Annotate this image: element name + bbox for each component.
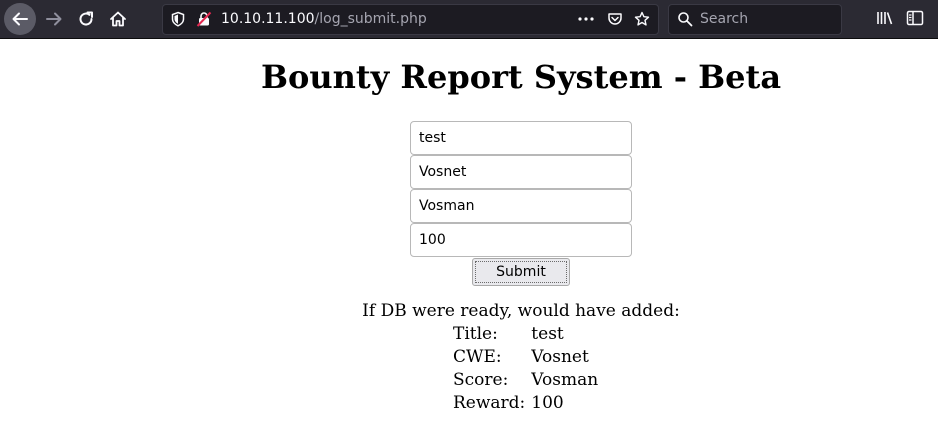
search-placeholder: Search	[700, 11, 749, 27]
url-bar[interactable]: 10.10.11.100/log_submit.php	[162, 4, 659, 35]
result-value: Vosnet	[531, 346, 589, 367]
result-label: Reward:	[453, 392, 526, 413]
forward-button[interactable]	[38, 3, 70, 35]
sidebar-icon[interactable]	[906, 10, 924, 26]
result-value: test	[531, 323, 564, 344]
home-icon	[110, 11, 126, 27]
result-table: Title: test CWE: Vosnet Score: Vosman Re…	[451, 322, 600, 414]
result-label: CWE:	[453, 346, 502, 367]
submit-label: Submit	[475, 261, 567, 283]
url-text[interactable]: 10.10.11.100/log_submit.php	[221, 11, 427, 27]
result-intro: If DB were ready, would have added:	[362, 301, 680, 321]
cwe-input[interactable]	[410, 155, 632, 189]
page-title: Bounty Report System - Beta	[260, 58, 782, 96]
url-host: 10.10.11.100	[221, 11, 315, 27]
result-value: 100	[531, 392, 564, 413]
search-bar[interactable]: Search	[668, 4, 842, 35]
result-value: Vosman	[531, 369, 599, 390]
reload-icon	[79, 11, 93, 26]
shield-icon[interactable]	[170, 11, 186, 27]
result-label: Score:	[453, 369, 509, 390]
back-arrow-icon	[12, 12, 28, 26]
reward-input[interactable]	[410, 223, 632, 257]
star-icon[interactable]	[634, 11, 650, 27]
home-button[interactable]	[102, 3, 134, 35]
more-icon[interactable]	[577, 11, 595, 27]
insecure-lock-icon[interactable]	[196, 11, 212, 27]
forward-arrow-icon	[46, 12, 62, 26]
browser-toolbar: 10.10.11.100/log_submit.php Search	[0, 0, 938, 39]
submit-button[interactable]: Submit	[472, 258, 570, 286]
back-button[interactable]	[4, 3, 36, 35]
pocket-icon[interactable]	[607, 11, 623, 27]
result-row: CWE: Vosnet	[451, 345, 600, 368]
result-row: Reward: 100	[451, 391, 600, 414]
score-input[interactable]	[410, 189, 632, 223]
url-path: /log_submit.php	[314, 11, 427, 27]
search-icon	[678, 12, 693, 27]
reload-button[interactable]	[70, 3, 102, 35]
result-label: Title:	[453, 323, 498, 344]
library-icon[interactable]	[876, 10, 894, 26]
result-row: Title: test	[451, 322, 600, 345]
result-row: Score: Vosman	[451, 368, 600, 391]
title-input[interactable]	[410, 121, 632, 155]
